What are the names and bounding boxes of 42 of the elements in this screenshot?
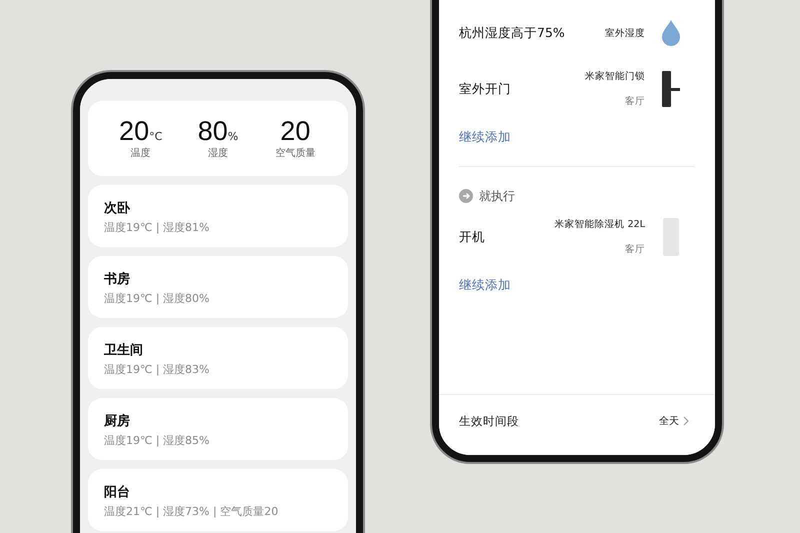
door-lock-icon <box>661 71 681 107</box>
room-readings: 温度19℃ | 湿度85% <box>104 433 210 448</box>
add-action-link[interactable]: 继续添加 <box>459 277 511 294</box>
room-readings: 温度19℃ | 湿度83% <box>104 362 210 377</box>
condition-title: 杭州湿度高于75% <box>459 24 566 42</box>
stat-label: 湿度 <box>208 146 228 160</box>
room-name: 厨房 <box>104 412 131 430</box>
add-condition-link[interactable]: 继续添加 <box>459 129 511 146</box>
room-name: 卫生间 <box>104 342 144 359</box>
condition-title: 室外开门 <box>459 80 512 98</box>
time-period-label: 生效时间段 <box>459 414 520 428</box>
section-heading: 就执行 <box>479 188 515 204</box>
action-title: 开机 <box>459 228 486 246</box>
stat-label: 空气质量 <box>275 146 316 160</box>
device-name: 米家智能门锁 <box>585 70 645 83</box>
room-card[interactable]: 书房 温度19℃ | 湿度80% <box>88 256 348 318</box>
water-drop-icon <box>660 19 682 47</box>
time-period-row[interactable]: 生效时间段 全天 <box>439 394 715 447</box>
device-room: 客厅 <box>625 243 645 256</box>
room-card[interactable]: 卫生间 温度19℃ | 湿度83% <box>88 327 348 389</box>
time-period-value: 全天 <box>659 415 679 428</box>
room-name: 书房 <box>104 270 131 288</box>
room-readings: 温度19℃ | 湿度80% <box>104 291 210 306</box>
stat-unit: % <box>228 130 238 142</box>
stat-value: 20 <box>280 118 310 144</box>
stat-value: 20 <box>119 118 150 144</box>
arrow-circle-icon <box>459 189 473 203</box>
dehumidifier-icon <box>663 218 679 256</box>
room-readings: 温度19℃ | 湿度81% <box>104 220 210 235</box>
device-name: 室外湿度 <box>605 26 645 40</box>
room-name: 次卧 <box>104 200 131 217</box>
stat-unit: °C <box>149 130 162 142</box>
room-card[interactable]: 阳台 温度21℃ | 湿度73% | 空气质量20 <box>88 469 348 531</box>
device-room: 客厅 <box>625 95 645 108</box>
device-name: 米家智能除湿机 22L <box>554 218 645 231</box>
chevron-right-icon <box>683 416 689 426</box>
stat-value: 80 <box>198 118 228 144</box>
room-name: 阳台 <box>104 484 131 501</box>
room-readings: 温度21℃ | 湿度73% | 空气质量20 <box>104 504 280 519</box>
room-card[interactable]: 次卧 温度19℃ | 湿度81% <box>88 185 348 247</box>
room-card[interactable]: 厨房 温度19℃ | 湿度85% <box>88 398 348 460</box>
stat-label: 温度 <box>130 146 151 160</box>
